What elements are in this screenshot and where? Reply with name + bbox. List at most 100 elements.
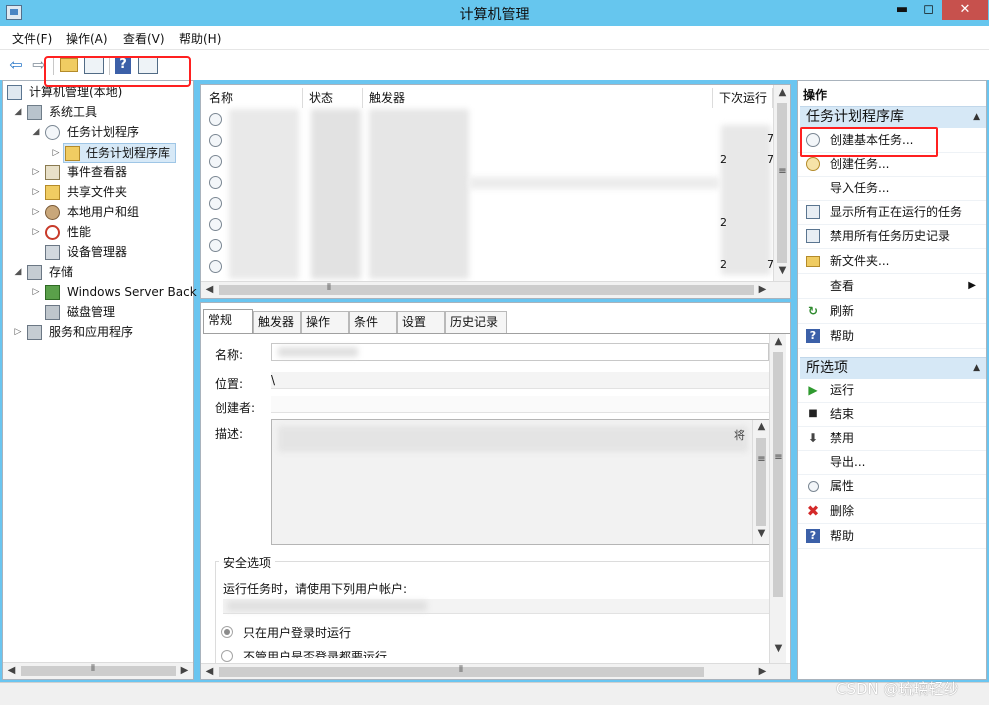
scroll-right-icon[interactable]: ▶ bbox=[754, 666, 771, 677]
expand-arrow-icon[interactable]: ▷ bbox=[31, 203, 41, 222]
maximize-button[interactable]: ◻ bbox=[915, 0, 942, 20]
menu-help[interactable]: 帮助(H) bbox=[179, 30, 221, 47]
column-header-next-run[interactable]: 下次运行时 bbox=[713, 88, 773, 108]
collapse-arrow-icon[interactable]: ◢ bbox=[13, 263, 23, 282]
task-list: 名称 状态 触发器 下次运行时 7 2 7 2 2 7 ▲ ≡ ▼ ◀ bbox=[200, 84, 791, 299]
tree-label: 本地用户和组 bbox=[67, 205, 140, 219]
tab-settings[interactable]: 设置 bbox=[397, 311, 445, 333]
menu-view[interactable]: 查看(V) bbox=[123, 30, 165, 47]
collapse-up-icon[interactable]: ▲ bbox=[973, 358, 980, 379]
title-bar[interactable]: 计算机管理 ▬ ◻ ✕ bbox=[0, 0, 989, 26]
scroll-down-icon[interactable]: ▼ bbox=[774, 265, 790, 276]
highlight-box-task-library bbox=[44, 56, 191, 87]
location-label: 位置: bbox=[215, 377, 244, 391]
location-value: \ bbox=[271, 373, 276, 387]
scroll-thumb[interactable] bbox=[773, 352, 783, 597]
task-clock-icon bbox=[209, 218, 222, 231]
action-refresh[interactable]: ↻ 刷新 bbox=[798, 300, 986, 324]
radio-logged-on[interactable] bbox=[221, 626, 233, 638]
tree-label: 任务计划程序库 bbox=[86, 146, 171, 160]
tree-label: 存储 bbox=[49, 265, 74, 279]
tab-general[interactable]: 常规 bbox=[203, 309, 253, 334]
minimize-button[interactable]: ▬ bbox=[889, 0, 915, 20]
action-help[interactable]: ? 帮助 bbox=[798, 325, 986, 349]
scroll-left-icon[interactable]: ◀ bbox=[201, 666, 218, 677]
name-field[interactable] bbox=[271, 343, 769, 361]
scroll-right-icon[interactable]: ▶ bbox=[754, 284, 771, 295]
action-label: 显示所有正在运行的任务 bbox=[830, 205, 963, 219]
expand-arrow-icon[interactable]: ▷ bbox=[31, 283, 41, 302]
description-scrollbar[interactable]: ▲ ≡ ▼ bbox=[752, 420, 769, 544]
description-box[interactable]: 将 ▲ ≡ ▼ bbox=[271, 419, 769, 545]
tab-conditions[interactable]: 条件 bbox=[349, 311, 397, 333]
action-disable-history[interactable]: 禁用所有任务历史记录 bbox=[798, 225, 986, 249]
expand-arrow-icon[interactable]: ▷ bbox=[31, 223, 41, 242]
action-properties[interactable]: 属性 bbox=[798, 475, 986, 499]
scroll-up-icon[interactable]: ▲ bbox=[753, 421, 770, 432]
action-end[interactable]: ■ 结束 bbox=[798, 403, 986, 427]
scroll-thumb[interactable] bbox=[756, 438, 766, 526]
author-label: 创建者: bbox=[215, 401, 256, 415]
column-header-name[interactable]: 名称 bbox=[203, 88, 303, 108]
tree-horizontal-scrollbar[interactable]: ◀ ⦀ ▶ bbox=[3, 662, 193, 679]
expand-arrow-icon[interactable]: ▷ bbox=[31, 163, 41, 182]
grip-icon: ⦀ bbox=[327, 283, 331, 293]
expand-arrow-icon[interactable]: ▷ bbox=[51, 144, 61, 163]
task-list-vertical-scrollbar[interactable]: ▲ ≡ ▼ bbox=[773, 85, 790, 281]
task-details: 常规 触发器 操作 条件 设置 历史记录 名称: 位置: \ 创建者: 描述: … bbox=[200, 302, 791, 680]
device-manager-icon bbox=[45, 245, 60, 260]
scroll-up-icon[interactable]: ▲ bbox=[770, 336, 787, 347]
menu-file[interactable]: 文件(F) bbox=[12, 30, 52, 47]
collapse-up-icon[interactable]: ▲ bbox=[973, 107, 980, 128]
scroll-thumb[interactable] bbox=[219, 285, 754, 295]
section-selected-item[interactable]: 所选项 ▲ bbox=[800, 357, 986, 379]
tab-triggers[interactable]: 触发器 bbox=[253, 311, 301, 333]
action-help-selected[interactable]: ? 帮助 bbox=[798, 525, 986, 549]
collapse-arrow-icon[interactable]: ◢ bbox=[31, 123, 41, 142]
tab-history[interactable]: 历史记录 bbox=[445, 311, 507, 333]
user-account-field bbox=[223, 599, 769, 614]
scroll-left-icon[interactable]: ◀ bbox=[201, 284, 218, 295]
computer-icon bbox=[7, 85, 22, 100]
action-disable[interactable]: ⬇ 禁用 bbox=[798, 427, 986, 451]
radio-whether-logged-on[interactable] bbox=[221, 650, 233, 662]
action-export[interactable]: 导出... bbox=[798, 451, 986, 475]
expand-arrow-icon[interactable]: ▷ bbox=[31, 183, 41, 202]
tree-label: 事件查看器 bbox=[67, 165, 128, 179]
action-display-running[interactable]: 显示所有正在运行的任务 bbox=[798, 201, 986, 225]
action-import-task[interactable]: 导入任务... bbox=[798, 177, 986, 201]
action-view[interactable]: 查看 ▶ bbox=[798, 275, 986, 299]
action-label: 结束 bbox=[830, 407, 855, 421]
expand-arrow-icon[interactable]: ▷ bbox=[13, 323, 23, 342]
help-icon: ? bbox=[806, 329, 820, 343]
column-header-status[interactable]: 状态 bbox=[303, 88, 363, 108]
action-delete[interactable]: ✖ 删除 bbox=[798, 500, 986, 524]
tree-label: 系统工具 bbox=[49, 105, 98, 119]
section-task-library[interactable]: 任务计划程序库 ▲ bbox=[800, 106, 986, 128]
tree-label: Windows Server Back bbox=[67, 285, 197, 299]
task-clock-icon bbox=[209, 113, 222, 126]
action-run[interactable]: ▶ 运行 bbox=[798, 379, 986, 403]
scroll-right-icon[interactable]: ▶ bbox=[176, 665, 193, 676]
tab-actions[interactable]: 操作 bbox=[301, 311, 349, 333]
column-header-triggers[interactable]: 触发器 bbox=[363, 88, 713, 108]
detail-horizontal-scrollbar[interactable]: ◀ ⦀ ▶ bbox=[201, 663, 790, 679]
detail-vertical-scrollbar[interactable]: ▲ ≡ ▼ bbox=[769, 334, 786, 663]
scroll-down-icon[interactable]: ▼ bbox=[770, 643, 787, 654]
close-button[interactable]: ✕ bbox=[942, 0, 988, 20]
scroll-left-icon[interactable]: ◀ bbox=[3, 665, 20, 676]
scroll-down-icon[interactable]: ▼ bbox=[753, 528, 770, 539]
collapse-arrow-icon[interactable]: ◢ bbox=[13, 103, 23, 122]
scroll-thumb[interactable] bbox=[777, 103, 787, 263]
list-icon bbox=[806, 205, 820, 219]
shared-folder-icon bbox=[45, 185, 60, 200]
scroll-thumb[interactable] bbox=[21, 666, 176, 676]
menu-action[interactable]: 操作(A) bbox=[66, 30, 108, 47]
scroll-up-icon[interactable]: ▲ bbox=[774, 87, 790, 98]
action-new-folder[interactable]: 新文件夹... bbox=[798, 250, 986, 274]
radio-logged-on-label: 只在用户登录时运行 bbox=[243, 626, 352, 640]
action-label: 运行 bbox=[830, 383, 855, 397]
task-list-horizontal-scrollbar[interactable]: ◀ ⦀ ▶ bbox=[201, 281, 790, 298]
back-arrow-icon[interactable]: ⇦ bbox=[6, 55, 26, 75]
run-icon: ▶ bbox=[808, 383, 818, 397]
